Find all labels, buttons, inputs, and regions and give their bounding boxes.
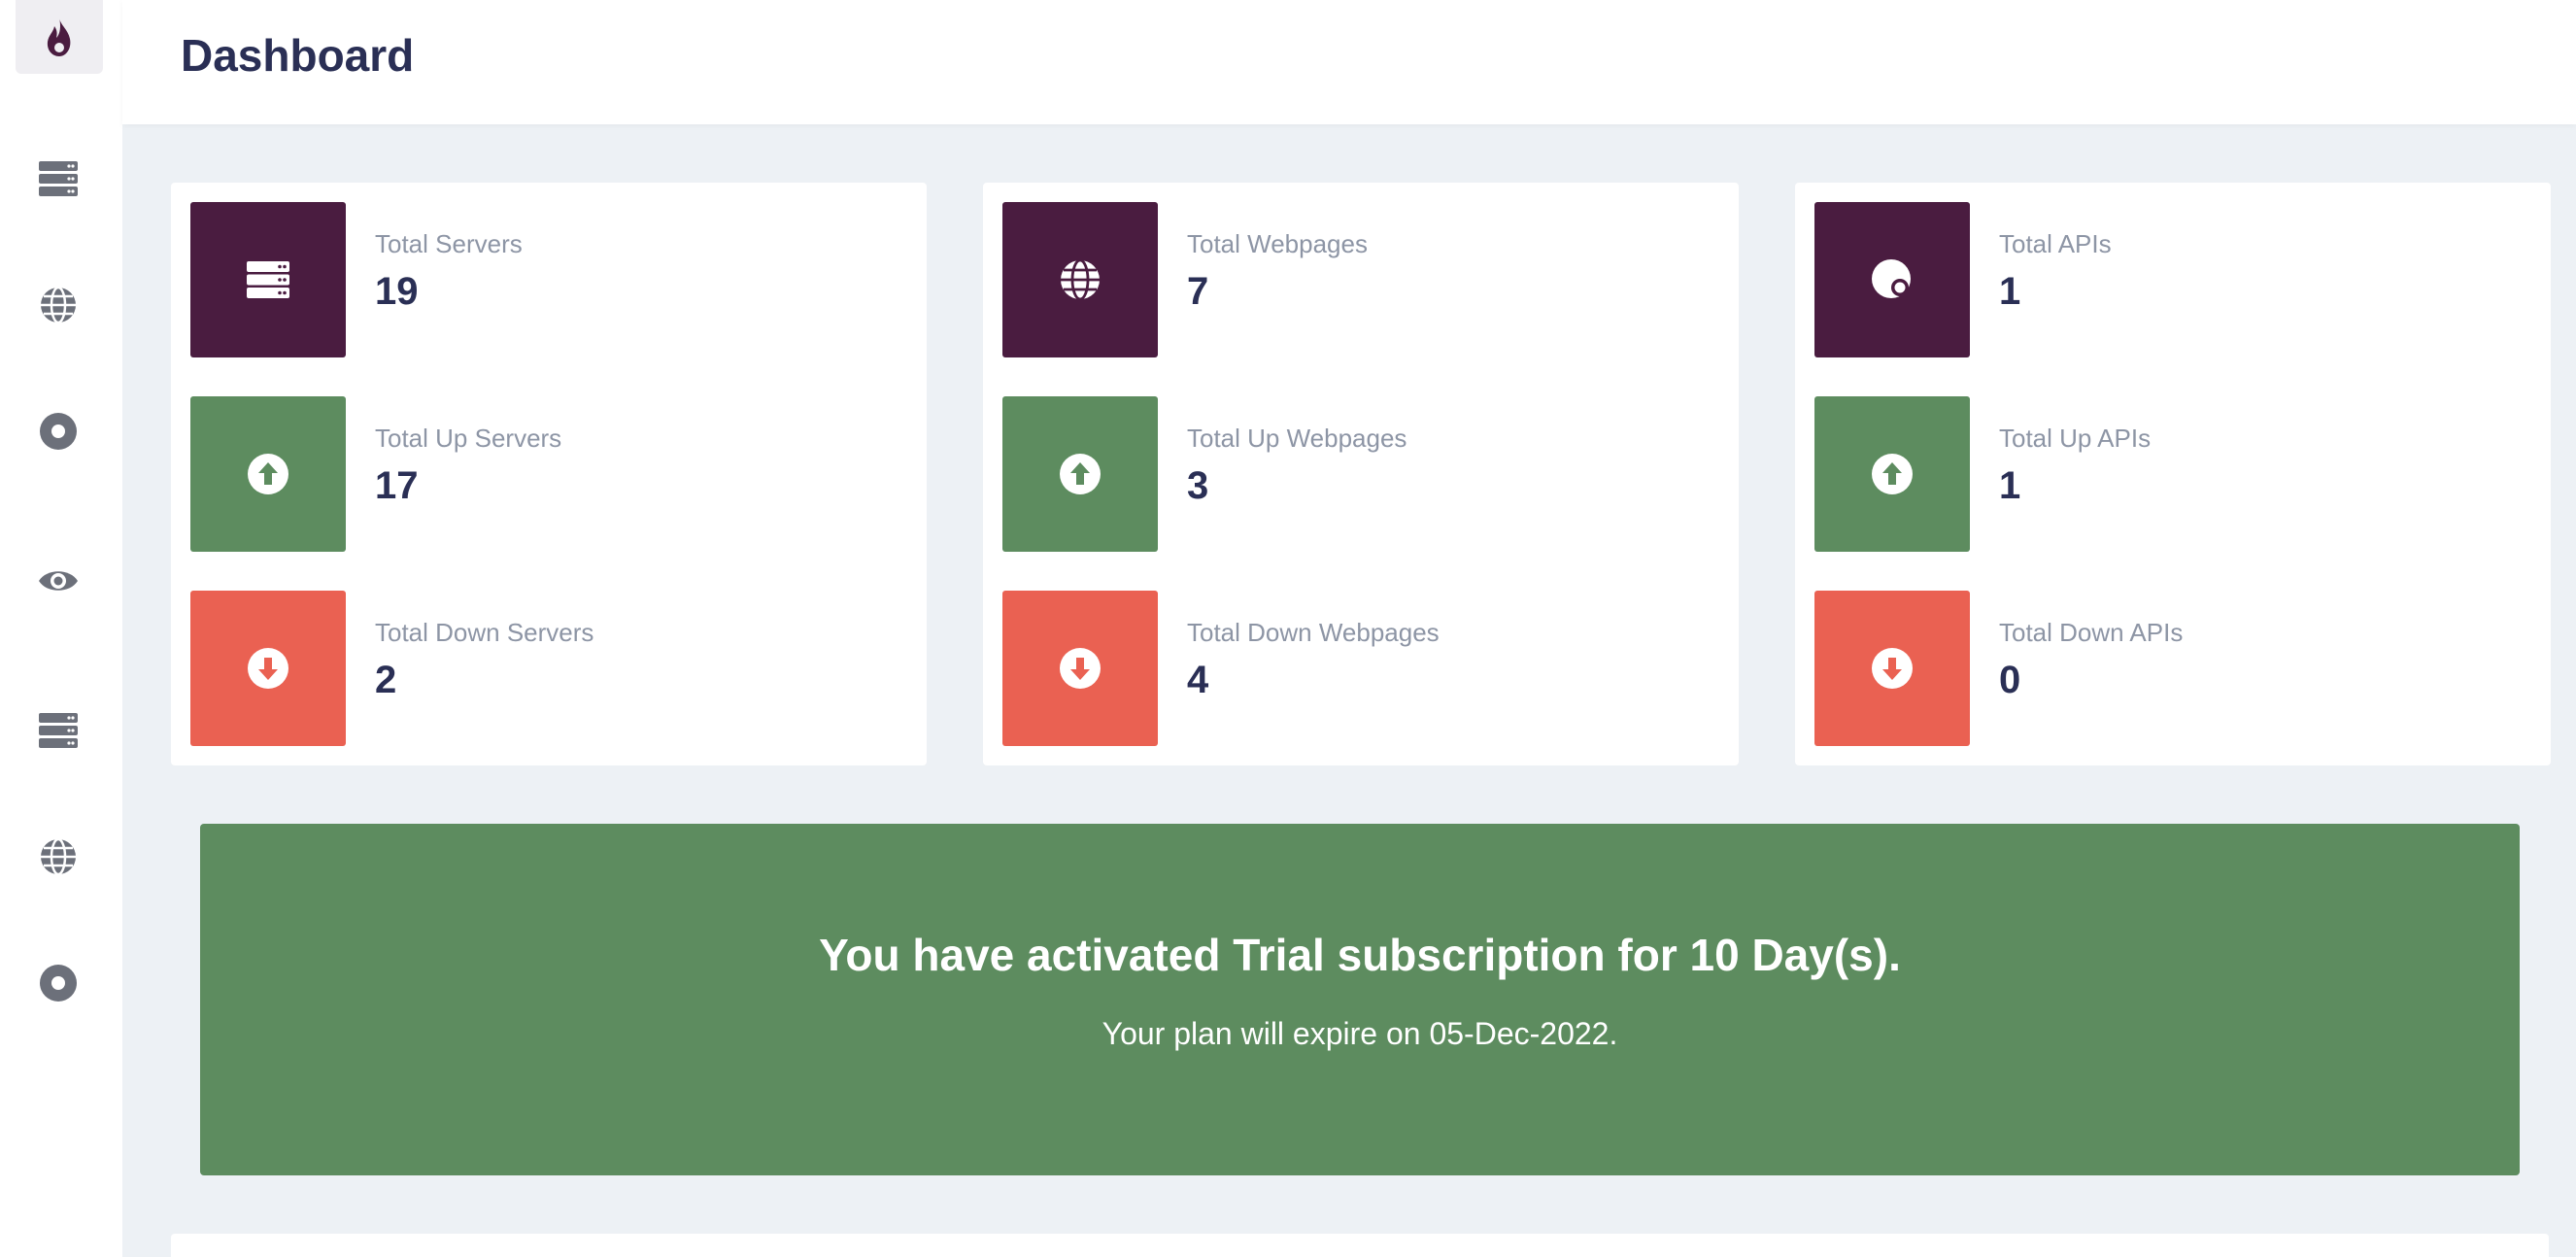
- stat-value: 17: [375, 464, 419, 507]
- sidebar-item-servers[interactable]: [37, 157, 80, 200]
- globe-icon: [41, 286, 76, 324]
- stat-label: Total Down Webpages: [1187, 618, 1440, 647]
- stat-value: 0: [1999, 659, 2021, 701]
- down-icon-box: [1814, 591, 1970, 746]
- stat-label: Total Up Webpages: [1187, 424, 1407, 453]
- up-icon-box: [190, 396, 346, 552]
- flame-icon: [47, 17, 71, 56]
- stat-label: Total Webpages: [1187, 229, 1368, 258]
- api-icon: [40, 413, 77, 450]
- webpages-card: Total Webpages 7 Total Up Webpages 3 Tot…: [983, 183, 1739, 765]
- down-servers-stat[interactable]: Total Down Servers 2: [190, 591, 909, 746]
- up-webpages-stat[interactable]: Total Up Webpages 3: [1002, 396, 1721, 552]
- globe-icon: [41, 837, 76, 876]
- stat-value: 2: [375, 659, 397, 701]
- up-icon-box: [1002, 396, 1158, 552]
- api-icon-box: [1814, 202, 1970, 357]
- sidebar: [0, 0, 122, 1257]
- server-icon: [39, 713, 78, 748]
- arrow-down-circle-icon: [248, 648, 288, 689]
- servers-card: Total Servers 19 Total Up Servers 17 Tot…: [171, 183, 927, 765]
- arrow-down-circle-icon: [1060, 648, 1101, 689]
- page-title: Dashboard: [181, 30, 415, 81]
- down-icon-box: [1002, 591, 1158, 746]
- total-apis-stat[interactable]: Total APIs 1: [1814, 202, 2533, 357]
- subscription-banner: You have activated Trial subscription fo…: [200, 824, 2520, 1175]
- sidebar-item-webpages-2[interactable]: [37, 835, 80, 878]
- arrow-down-circle-icon: [1872, 648, 1913, 689]
- down-apis-stat[interactable]: Total Down APIs 0: [1814, 591, 2533, 746]
- sidebar-item-webpages[interactable]: [37, 284, 80, 326]
- stat-label: Total Up Servers: [375, 424, 562, 453]
- stat-value: 1: [1999, 270, 2021, 313]
- total-webpages-stat[interactable]: Total Webpages 7: [1002, 202, 1721, 357]
- stat-label: Total Up APIs: [1999, 424, 2152, 453]
- server-icon-box: [190, 202, 346, 357]
- arrow-up-circle-icon: [1872, 454, 1913, 494]
- stat-label: Total Down APIs: [1999, 618, 2184, 647]
- api-icon: [1872, 259, 1911, 298]
- arrow-up-circle-icon: [1060, 454, 1101, 494]
- content-card: [171, 1234, 2549, 1257]
- up-apis-stat[interactable]: Total Up APIs 1: [1814, 396, 2533, 552]
- down-icon-box: [190, 591, 346, 746]
- stat-value: 19: [375, 270, 419, 313]
- sidebar-item-servers-2[interactable]: [37, 709, 80, 752]
- api-icon: [40, 965, 77, 1002]
- down-webpages-stat[interactable]: Total Down Webpages 4: [1002, 591, 1721, 746]
- up-icon-box: [1814, 396, 1970, 552]
- up-servers-stat[interactable]: Total Up Servers 17: [190, 396, 909, 552]
- total-servers-stat[interactable]: Total Servers 19: [190, 202, 909, 357]
- server-icon: [247, 261, 289, 298]
- stat-value: 3: [1187, 464, 1209, 507]
- eye-icon: [39, 571, 78, 591]
- globe-icon: [1061, 258, 1100, 301]
- stat-label: Total Servers: [375, 229, 523, 258]
- sidebar-item-apis[interactable]: [37, 410, 80, 453]
- top-header: Dashboard: [122, 0, 2576, 124]
- server-icon: [39, 161, 78, 196]
- stat-value: 7: [1187, 270, 1209, 313]
- banner-title: You have activated Trial subscription fo…: [819, 930, 1901, 980]
- stat-value: 4: [1187, 659, 1209, 701]
- banner-subtitle: Your plan will expire on 05-Dec-2022.: [1102, 1016, 1618, 1051]
- sidebar-item-monitor[interactable]: [37, 560, 80, 602]
- globe-icon-box: [1002, 202, 1158, 357]
- apis-card: Total APIs 1 Total Up APIs 1 Total Down …: [1795, 183, 2551, 765]
- sidebar-item-apis-2[interactable]: [37, 962, 80, 1004]
- logo[interactable]: [16, 0, 103, 74]
- stat-value: 1: [1999, 464, 2021, 507]
- stat-label: Total Down Servers: [375, 618, 594, 647]
- arrow-up-circle-icon: [248, 454, 288, 494]
- stat-label: Total APIs: [1999, 229, 2112, 258]
